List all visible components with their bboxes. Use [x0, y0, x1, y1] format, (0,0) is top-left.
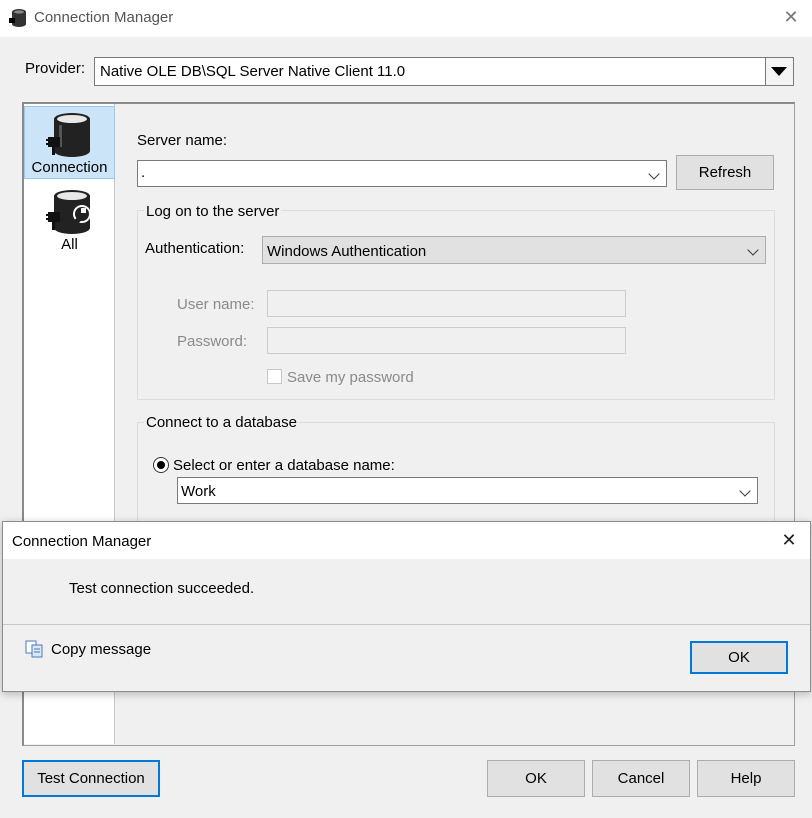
refresh-button[interactable]: Refresh: [676, 155, 774, 190]
database-name-value: Work: [181, 483, 216, 500]
dialog-title-bar: Connection Manager ✕: [3, 522, 810, 559]
dialog-message: Test connection succeeded.: [69, 580, 255, 597]
save-password-label: Save my password: [287, 369, 414, 386]
authentication-label: Authentication:: [145, 240, 245, 257]
copy-icon: [25, 640, 43, 658]
dialog-close-icon[interactable]: ✕: [778, 529, 800, 551]
dialog-ok-button[interactable]: OK: [690, 641, 788, 674]
username-input[interactable]: [267, 290, 626, 317]
provider-select[interactable]: Native OLE DB\SQL Server Native Client 1…: [94, 57, 794, 86]
server-name-combobox[interactable]: .: [137, 160, 667, 187]
window-title: Connection Manager: [34, 9, 174, 26]
authentication-select[interactable]: Windows Authentication: [262, 236, 766, 264]
provider-value: Native OLE DB\SQL Server Native Client 1…: [100, 63, 406, 80]
sidebar-item-connection[interactable]: Connection: [24, 106, 115, 179]
authentication-value: Windows Authentication: [267, 243, 427, 260]
sidebar-item-all[interactable]: All: [24, 184, 115, 254]
password-label: Password:: [177, 333, 248, 350]
help-button[interactable]: Help: [697, 760, 795, 797]
dropdown-triangle-icon: [771, 67, 787, 76]
logon-group-title: Log on to the server: [144, 203, 282, 220]
sidebar-item-label: All: [61, 236, 78, 253]
server-name-value: .: [141, 164, 146, 181]
database-group-title: Connect to a database: [144, 414, 299, 431]
database-icon: [9, 9, 26, 27]
ok-button[interactable]: OK: [487, 760, 585, 797]
message-dialog: Connection Manager ✕ Test connection suc…: [2, 521, 811, 692]
provider-dropdown-button[interactable]: [765, 58, 793, 85]
dialog-title: Connection Manager: [12, 533, 152, 550]
username-label: User name:: [177, 296, 255, 313]
select-database-radio[interactable]: [153, 457, 169, 473]
cancel-button[interactable]: Cancel: [592, 760, 690, 797]
save-password-checkbox[interactable]: [267, 369, 282, 384]
chevron-down-icon: [747, 244, 759, 256]
chevron-down-icon[interactable]: [739, 485, 751, 497]
dialog-body: Test connection succeeded.: [3, 559, 810, 625]
window-close-icon[interactable]: ✕: [780, 6, 802, 28]
database-plug-icon: [45, 113, 90, 157]
database-wrench-icon: [45, 190, 91, 234]
test-connection-button[interactable]: Test Connection: [22, 760, 160, 797]
select-database-label: Select or enter a database name:: [173, 457, 395, 474]
sidebar-item-label: Connection: [31, 159, 108, 176]
copy-message-label: Copy message: [51, 641, 152, 658]
provider-label: Provider:: [25, 60, 86, 77]
database-name-combobox[interactable]: Work: [177, 477, 758, 504]
chevron-down-icon[interactable]: [648, 168, 660, 180]
server-name-label: Server name:: [137, 132, 228, 149]
password-input[interactable]: [267, 327, 626, 354]
